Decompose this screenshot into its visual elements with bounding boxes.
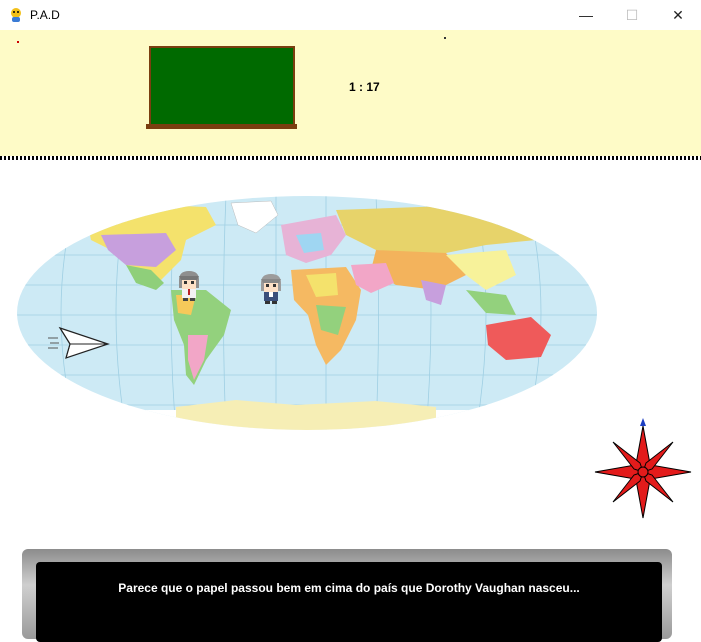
maximize-icon: ☐ bbox=[625, 6, 639, 23]
student-character-1 bbox=[179, 271, 199, 301]
decor-dot bbox=[17, 41, 19, 43]
minimize-button[interactable]: — bbox=[563, 0, 609, 30]
maximize-button[interactable]: ☐ bbox=[609, 0, 655, 30]
window-title: P.A.D bbox=[30, 8, 60, 22]
blackboard-ledge bbox=[146, 124, 297, 129]
minimize-icon: — bbox=[579, 7, 593, 23]
timer: 1 : 17 bbox=[349, 80, 380, 94]
close-button[interactable]: ✕ bbox=[655, 0, 701, 30]
dialog-box bbox=[36, 562, 662, 642]
close-icon: ✕ bbox=[672, 6, 684, 23]
hud-divider bbox=[0, 156, 701, 160]
paper-plane-icon bbox=[48, 326, 110, 359]
dialog-text: Parece que o papel passou bem em cima do… bbox=[118, 581, 580, 595]
pygame-snake-icon bbox=[11, 8, 21, 22]
blackboard bbox=[149, 46, 295, 126]
student-character-2 bbox=[261, 274, 281, 304]
hud-panel bbox=[0, 30, 701, 158]
compass-rose-icon bbox=[594, 418, 692, 519]
decor-dot bbox=[444, 37, 446, 39]
window-titlebar: P.A.D — ☐ ✕ bbox=[0, 0, 701, 31]
world-political-map bbox=[17, 196, 597, 430]
